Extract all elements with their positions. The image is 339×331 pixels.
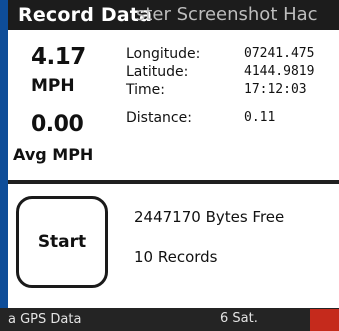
info-label: Longitude: (126, 46, 201, 62)
app-title: Record Data (18, 4, 153, 26)
satellite-count-text: 6 Sat. (220, 311, 258, 326)
corner-badge (310, 309, 339, 331)
section-divider (8, 180, 339, 184)
info-value: 0.11 (244, 110, 276, 125)
title-overlay-text: ster Screenshot Hac (136, 4, 318, 25)
current-speed-value: 4.17 (31, 44, 86, 70)
average-speed-value: 0.00 (31, 112, 84, 137)
info-label: Latitude: (126, 64, 189, 80)
current-speed-unit: MPH (31, 76, 75, 96)
info-label: Time: (126, 82, 165, 98)
stats-panel: 4.17 MPH 0.00 Avg MPH Longitude: 07241.4… (8, 30, 339, 180)
start-button[interactable]: Start (16, 196, 108, 288)
info-label: Distance: (126, 110, 192, 126)
average-speed-unit: Avg MPH (13, 145, 94, 164)
info-value: 4144.9819 (244, 64, 315, 79)
status-left-text: a GPS Data (8, 312, 82, 327)
app-screen: 4.17 MPH 0.00 Avg MPH Longitude: 07241.4… (8, 30, 339, 308)
info-value: 17:12:03 (244, 82, 307, 97)
info-value: 07241.475 (244, 46, 315, 61)
title-bar: Record Data ster Screenshot Hac (8, 0, 339, 30)
start-button-label: Start (37, 232, 87, 252)
bytes-free-text: 2447170 Bytes Free (134, 208, 285, 226)
status-bar: a GPS Data 6 Sat. (0, 308, 339, 331)
records-count-text: 10 Records (134, 248, 218, 266)
